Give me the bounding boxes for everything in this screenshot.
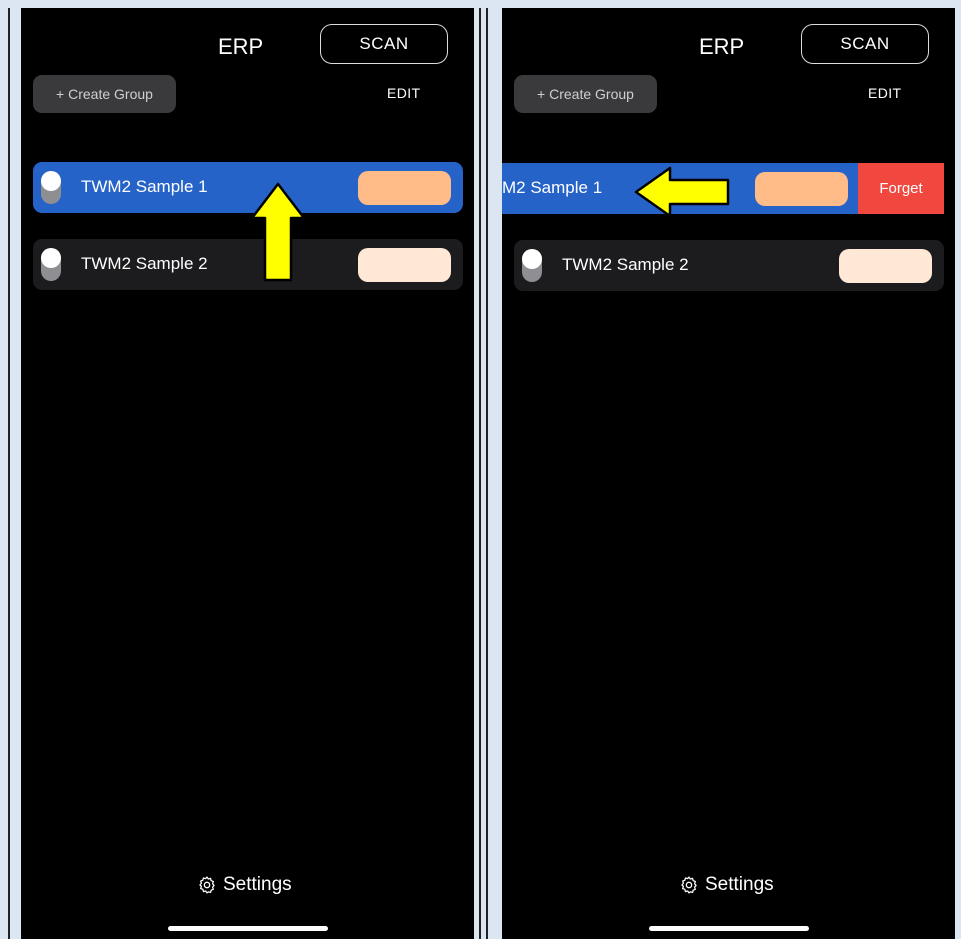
svg-text:ERP: ERP bbox=[218, 34, 263, 59]
device-name: TWM2 Sample 1 bbox=[81, 177, 208, 196]
device-toggle[interactable] bbox=[41, 248, 61, 281]
device-name: TWM2 Sample 2 bbox=[562, 255, 689, 274]
device-toggle[interactable] bbox=[522, 249, 542, 282]
settings-label: Settings bbox=[223, 874, 292, 895]
scan-button[interactable]: SCAN bbox=[801, 24, 929, 64]
color-swatch[interactable] bbox=[358, 171, 451, 205]
toggle-knob bbox=[41, 248, 61, 268]
screenshot-panel-before: ERP SCAN + Create Group EDIT TWM2 Sample… bbox=[21, 8, 474, 939]
gear-icon bbox=[681, 876, 697, 894]
device-name: M2 Sample 1 bbox=[502, 178, 603, 197]
edit-button[interactable]: EDIT bbox=[387, 85, 421, 101]
arrow-up-annotation bbox=[250, 182, 306, 282]
edit-button[interactable]: EDIT bbox=[868, 85, 902, 101]
toggle-knob bbox=[522, 249, 542, 269]
device-row-sample-2[interactable]: TWM2 Sample 2 bbox=[514, 240, 944, 291]
device-name: TWM2 Sample 2 bbox=[81, 254, 208, 273]
toggle-knob bbox=[41, 171, 61, 191]
color-swatch[interactable] bbox=[755, 172, 848, 206]
svg-text:ERP: ERP bbox=[699, 34, 744, 59]
erp-logo: ERP bbox=[699, 34, 744, 59]
center-divider-2 bbox=[486, 8, 488, 939]
forget-button[interactable]: Forget bbox=[858, 163, 944, 214]
screenshot-panel-after: ERP SCAN + Create Group EDIT M2 Sample 1… bbox=[502, 8, 955, 939]
settings-button[interactable]: Settings bbox=[679, 874, 774, 896]
create-group-button[interactable]: + Create Group bbox=[514, 75, 657, 113]
left-border bbox=[8, 8, 10, 939]
device-toggle[interactable] bbox=[41, 171, 61, 204]
color-swatch[interactable] bbox=[839, 249, 932, 283]
arrow-left-annotation bbox=[634, 166, 730, 218]
home-indicator[interactable] bbox=[168, 926, 328, 931]
device-row-sample-2[interactable]: TWM2 Sample 2 bbox=[33, 239, 463, 290]
settings-button[interactable]: Settings bbox=[197, 874, 292, 896]
center-divider bbox=[479, 8, 481, 939]
erp-logo: ERP bbox=[218, 34, 263, 59]
scan-button[interactable]: SCAN bbox=[320, 24, 448, 64]
color-swatch[interactable] bbox=[358, 248, 451, 282]
create-group-button[interactable]: + Create Group bbox=[33, 75, 176, 113]
settings-label: Settings bbox=[705, 874, 774, 895]
device-row-sample-1[interactable]: TWM2 Sample 1 bbox=[33, 162, 463, 213]
home-indicator[interactable] bbox=[649, 926, 809, 931]
gear-icon bbox=[199, 876, 215, 894]
